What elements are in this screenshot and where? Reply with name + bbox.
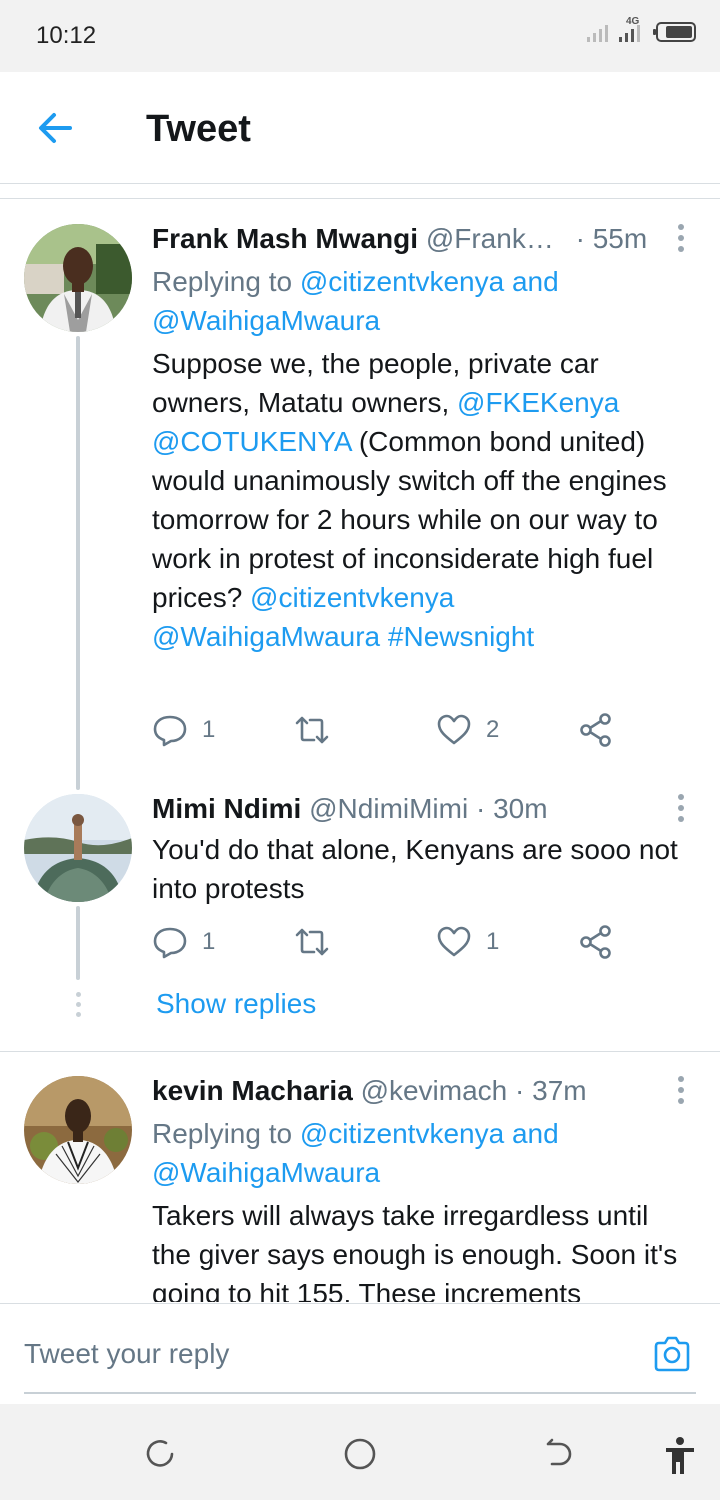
status-time: 10:12 bbox=[36, 22, 97, 49]
signal-icon bbox=[587, 25, 608, 42]
mention-link[interactable]: @FKEKenya bbox=[457, 387, 619, 418]
tweet-actions: 1 1 bbox=[152, 924, 632, 964]
author-name[interactable]: Mimi Ndimi bbox=[152, 793, 301, 824]
tweet-meta: Frank Mash Mwangi @Frank… · 55m bbox=[152, 222, 680, 256]
camera-icon bbox=[654, 1336, 690, 1372]
input-underline bbox=[24, 1392, 696, 1394]
signal-4g-icon bbox=[619, 25, 640, 42]
more-options-button[interactable] bbox=[676, 1076, 686, 1106]
reply-input[interactable]: Tweet your reply bbox=[24, 1338, 229, 1370]
back-nav-icon bbox=[546, 1438, 572, 1466]
accessibility-button[interactable] bbox=[662, 1436, 698, 1474]
more-options-button[interactable] bbox=[676, 794, 686, 824]
reply-composer: Tweet your reply bbox=[0, 1303, 720, 1403]
share-icon bbox=[580, 925, 611, 959]
tweet-text: Takers will always take irregardless unt… bbox=[152, 1200, 678, 1302]
retweet-button[interactable] bbox=[294, 924, 344, 960]
retweet-icon bbox=[295, 928, 329, 956]
accessibility-icon bbox=[666, 1437, 694, 1474]
share-button[interactable] bbox=[578, 712, 614, 748]
thread-line bbox=[76, 336, 80, 790]
tweet-text: You'd do that alone, Kenyans are sooo no… bbox=[152, 834, 678, 904]
share-button[interactable] bbox=[578, 924, 614, 960]
back-button[interactable] bbox=[34, 106, 78, 150]
tweet-time: · 37m bbox=[515, 1075, 587, 1106]
reply-bubble-icon bbox=[153, 927, 187, 959]
reply-count: 1 bbox=[202, 716, 216, 743]
tweet-actions: 1 2 bbox=[152, 712, 632, 752]
system-nav-bar bbox=[0, 1404, 720, 1500]
status-icons: 4G bbox=[586, 16, 698, 44]
author-name[interactable]: Frank Mash Mwangi bbox=[152, 223, 418, 254]
back-nav-button[interactable] bbox=[542, 1436, 578, 1472]
arrow-left-icon bbox=[39, 113, 72, 143]
app-header: Tweet bbox=[0, 72, 720, 184]
recent-apps-button[interactable] bbox=[142, 1436, 178, 1472]
recent-apps-icon bbox=[146, 1440, 174, 1467]
home-circle-icon bbox=[344, 1438, 376, 1470]
avatar[interactable] bbox=[24, 794, 132, 902]
author-handle[interactable]: @NdimiMimi bbox=[309, 793, 468, 824]
author-handle[interactable]: @Frank… bbox=[426, 223, 554, 254]
tweet-item[interactable]: Frank Mash Mwangi @Frank… · 55m Replying… bbox=[0, 200, 720, 790]
heart-icon bbox=[437, 714, 471, 745]
network-indicator: 4G bbox=[618, 16, 646, 44]
avatar[interactable] bbox=[24, 1076, 132, 1184]
camera-button[interactable] bbox=[652, 1334, 692, 1374]
status-bar: 10:12 4G bbox=[0, 0, 720, 72]
tweet-item[interactable]: kevin Macharia @kevimach · 37m Replying … bbox=[0, 1052, 720, 1302]
mention-link[interactable]: @COTUKENYA bbox=[152, 426, 351, 457]
section-divider bbox=[0, 198, 720, 199]
thread-line bbox=[76, 906, 80, 980]
tweet-time: · 55m bbox=[575, 223, 648, 254]
reply-bubble-icon bbox=[153, 715, 187, 747]
tweet-meta: kevin Macharia @kevimach · 37m bbox=[152, 1074, 680, 1108]
like-button[interactable]: 2 bbox=[436, 712, 499, 748]
like-count: 1 bbox=[486, 928, 500, 955]
page-title: Tweet bbox=[146, 108, 251, 150]
show-replies-link[interactable]: Show replies bbox=[156, 988, 316, 1020]
author-handle[interactable]: @kevimach bbox=[361, 1075, 508, 1106]
reply-button[interactable]: 1 bbox=[152, 712, 215, 748]
replying-to: Replying to @citizentvkenya and @Waihiga… bbox=[152, 266, 559, 336]
reply-button[interactable]: 1 bbox=[152, 924, 215, 960]
tweet-item[interactable]: Mimi Ndimi @NdimiMimi · 30m You'd do tha… bbox=[0, 790, 720, 980]
avatar[interactable] bbox=[24, 224, 132, 332]
tweet-time: · 30m bbox=[475, 793, 548, 824]
battery-icon bbox=[653, 22, 696, 42]
retweet-icon bbox=[295, 716, 329, 744]
reply-count: 1 bbox=[202, 928, 216, 955]
heart-icon bbox=[437, 926, 471, 957]
like-count: 2 bbox=[486, 716, 500, 743]
author-name[interactable]: kevin Macharia bbox=[152, 1075, 353, 1106]
retweet-button[interactable] bbox=[294, 712, 344, 748]
tweet-meta: Mimi Ndimi @NdimiMimi · 30m bbox=[152, 792, 680, 826]
like-button[interactable]: 1 bbox=[436, 924, 499, 960]
home-button[interactable] bbox=[342, 1436, 378, 1472]
replying-to: Replying to @citizentvkenya and @Waihiga… bbox=[152, 1118, 559, 1188]
more-options-button[interactable] bbox=[676, 224, 686, 254]
tweet-text: Suppose we, the people, private car owne… bbox=[152, 348, 667, 652]
thread-dots bbox=[74, 992, 82, 1022]
share-icon bbox=[580, 713, 611, 747]
